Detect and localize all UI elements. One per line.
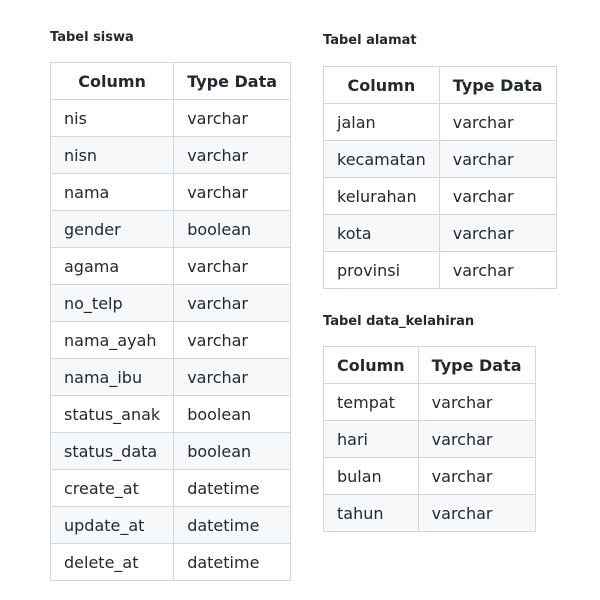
table-row: status_data boolean <box>49 432 292 470</box>
table-row: nisn varchar <box>49 136 292 174</box>
table-row: kota varchar <box>323 214 557 252</box>
column-header-column: Column <box>323 66 440 104</box>
cell-column-name: jalan <box>323 103 440 141</box>
cell-column-name: provinsi <box>323 251 440 289</box>
cell-type-data: varchar <box>417 494 536 532</box>
table-row: kelurahan varchar <box>323 177 557 215</box>
cell-type-data: varchar <box>173 284 292 322</box>
cell-type-data: boolean <box>173 395 292 433</box>
cell-column-name: tempat <box>323 383 419 421</box>
cell-type-data: varchar <box>438 140 557 178</box>
cell-type-data: varchar <box>438 214 557 252</box>
column-header-column: Column <box>323 346 419 384</box>
cell-column-name: nama_ayah <box>49 321 175 359</box>
table-siswa: Column Type Data nis varchar nisn varchar na… <box>49 62 292 581</box>
cell-column-name: gender <box>49 210 175 248</box>
cell-column-name: bulan <box>323 457 419 495</box>
table-row: bulan varchar <box>323 457 536 495</box>
cell-type-data: varchar <box>173 136 292 174</box>
table-header-row: Column Type Data <box>49 62 292 100</box>
table-row: nama_ibu varchar <box>49 358 292 396</box>
cell-column-name: delete_at <box>49 543 175 581</box>
cell-type-data: varchar <box>417 457 536 495</box>
cell-column-name: nama_ibu <box>49 358 175 396</box>
cell-type-data: varchar <box>417 420 536 458</box>
table-row: tahun varchar <box>323 494 536 532</box>
cell-type-data: varchar <box>173 321 292 359</box>
cell-type-data: datetime <box>173 506 292 544</box>
table-alamat: Column Type Data jalan varchar kecamatan va… <box>323 66 557 289</box>
table-row: nis varchar <box>49 99 292 137</box>
cell-column-name: nisn <box>49 136 175 174</box>
table-row: create_at datetime <box>49 469 292 507</box>
cell-type-data: varchar <box>438 103 557 141</box>
table-header-row: Column Type Data <box>323 66 557 104</box>
cell-type-data: datetime <box>173 469 292 507</box>
cell-column-name: kota <box>323 214 440 252</box>
column-header-type-data: Type Data <box>173 62 292 100</box>
cell-column-name: kecamatan <box>323 140 440 178</box>
table-row: tempat varchar <box>323 383 536 421</box>
table-title-siswa: Tabel siswa <box>50 30 134 45</box>
table-row: nama_ayah varchar <box>49 321 292 359</box>
table-row: provinsi varchar <box>323 251 557 289</box>
cell-column-name: agama <box>49 247 175 285</box>
table-row: status_anak boolean <box>49 395 292 433</box>
cell-type-data: varchar <box>173 247 292 285</box>
cell-column-name: create_at <box>49 469 175 507</box>
cell-type-data: varchar <box>417 383 536 421</box>
cell-type-data: varchar <box>173 358 292 396</box>
table-row: kecamatan varchar <box>323 140 557 178</box>
table-row: nama varchar <box>49 173 292 211</box>
table-row: hari varchar <box>323 420 536 458</box>
cell-type-data: varchar <box>438 177 557 215</box>
column-header-column: Column <box>49 62 175 100</box>
cell-type-data: varchar <box>173 99 292 137</box>
cell-column-name: status_anak <box>49 395 175 433</box>
cell-column-name: update_at <box>49 506 175 544</box>
table-row: agama varchar <box>49 247 292 285</box>
table-header-row: Column Type Data <box>323 346 536 384</box>
column-header-type-data: Type Data <box>417 346 536 384</box>
table-data-kelahiran: Column Type Data tempat varchar hari varcha… <box>323 346 536 532</box>
table-title-data-kelahiran: Tabel data_kelahiran <box>323 314 475 329</box>
table-row: no_telp varchar <box>49 284 292 322</box>
cell-type-data: boolean <box>173 210 292 248</box>
cell-column-name: hari <box>323 420 419 458</box>
cell-type-data: boolean <box>173 432 292 470</box>
table-row: update_at datetime <box>49 506 292 544</box>
table-title-alamat: Tabel alamat <box>323 33 417 48</box>
column-header-type-data: Type Data <box>438 66 557 104</box>
table-row: jalan varchar <box>323 103 557 141</box>
cell-column-name: nis <box>49 99 175 137</box>
cell-column-name: tahun <box>323 494 419 532</box>
table-row: gender boolean <box>49 210 292 248</box>
cell-column-name: status_data <box>49 432 175 470</box>
cell-type-data: varchar <box>173 173 292 211</box>
cell-column-name: no_telp <box>49 284 175 322</box>
cell-type-data: datetime <box>173 543 292 581</box>
cell-column-name: nama <box>49 173 175 211</box>
cell-column-name: kelurahan <box>323 177 440 215</box>
table-row: delete_at datetime <box>49 543 292 581</box>
cell-type-data: varchar <box>438 251 557 289</box>
